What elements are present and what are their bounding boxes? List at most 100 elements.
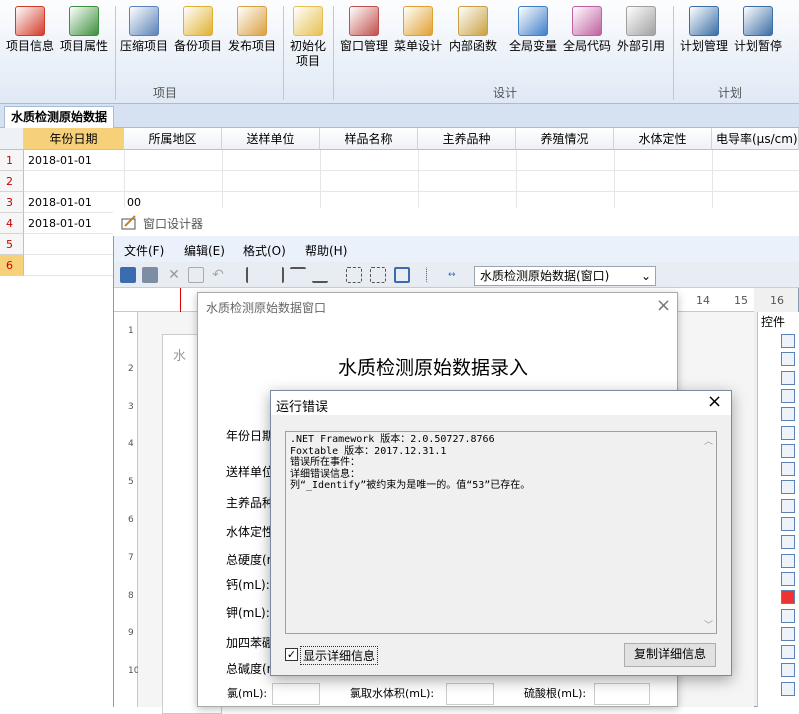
same-height-icon[interactable] xyxy=(370,267,386,283)
line-icon[interactable] xyxy=(781,571,795,586)
ribbon: 项目信息 项目属性 压缩项目 备份项目 发布项目 初始化 项目 窗口管理 菜单设计 内部函数 全局… xyxy=(0,0,799,104)
menu-file[interactable]: 文件(F) xyxy=(124,242,164,259)
ruler-mark: 15 xyxy=(734,294,748,307)
menu-edit[interactable]: 编辑(E) xyxy=(184,242,225,259)
ribbon-button-11[interactable]: 外部引用 xyxy=(615,6,667,54)
split-icon[interactable] xyxy=(781,663,795,678)
ribbon-button-10[interactable]: 全局代码 xyxy=(561,6,613,54)
undo-icon[interactable]: ↶ xyxy=(210,267,226,283)
scroll-down-icon[interactable]: ﹀ xyxy=(704,618,713,631)
column-header-sample-name[interactable]: 样品名称 xyxy=(320,128,418,150)
rectangle-icon[interactable] xyxy=(781,590,795,605)
controls-panel: 控件 xyxy=(757,312,799,707)
ribbon-button-9[interactable]: 全局变量 xyxy=(507,6,559,54)
close-icon[interactable]: × xyxy=(656,295,671,316)
textbox-icon[interactable] xyxy=(781,352,795,367)
table-row[interactable] xyxy=(24,150,799,171)
grid-icon[interactable] xyxy=(781,443,795,458)
row-number[interactable]: 2 xyxy=(0,171,24,192)
column-header-water-type[interactable]: 水体定性 xyxy=(614,128,712,150)
same-size-icon[interactable] xyxy=(394,267,410,283)
list-box-icon[interactable] xyxy=(781,517,795,531)
align-right-icon[interactable] xyxy=(268,267,284,283)
error-detail-text[interactable]: .NET Framework 版本：2.0.50727.8766 Foxtabl… xyxy=(285,431,717,634)
ribbon-button-3[interactable]: 备份项目 xyxy=(172,6,224,54)
functions-icon xyxy=(458,6,488,36)
ribbon-button-7[interactable]: 菜单设计 xyxy=(392,6,444,54)
tab-water-quality-data[interactable]: 水质检测原始数据 xyxy=(4,106,115,128)
chlorine-input[interactable] xyxy=(272,683,320,705)
designer-toolbar: ✕ ↶ ↔ xyxy=(114,262,799,288)
global-variables-icon xyxy=(518,6,548,36)
panel-icon[interactable] xyxy=(781,626,795,641)
combo-icon[interactable] xyxy=(781,480,795,495)
tab-order-icon[interactable] xyxy=(426,267,442,283)
menu-help[interactable]: 帮助(H) xyxy=(305,242,347,259)
ribbon-button-12[interactable]: 计划管理 xyxy=(678,6,730,54)
group-label-project: 项目 xyxy=(152,86,177,100)
label-text-icon[interactable] xyxy=(781,334,795,348)
table-icon[interactable] xyxy=(781,425,795,440)
error-title: 运行错误 xyxy=(276,400,329,415)
align-left-icon[interactable] xyxy=(246,267,262,283)
window-selector-combo[interactable]: 水质检测原始数据(窗口) ⌄ xyxy=(474,266,656,286)
save-icon[interactable] xyxy=(120,267,136,283)
copy-icon[interactable] xyxy=(188,267,204,283)
vruler-mark: 6 xyxy=(128,515,134,525)
row-number[interactable]: 1 xyxy=(0,150,24,171)
copy-details-button[interactable]: 复制详细信息 xyxy=(624,643,716,667)
scroll-up-icon[interactable]: ︿ xyxy=(704,434,713,447)
show-details-label[interactable]: 显示详细信息 xyxy=(300,646,379,665)
radio-icon[interactable] xyxy=(781,407,795,422)
align-bottom-icon[interactable] xyxy=(312,267,328,283)
ribbon-button-label: 全局代码 xyxy=(562,39,611,53)
form-window-title: 水质检测原始数据窗口 xyxy=(206,301,327,315)
cell-date[interactable]: 2018-01-01 xyxy=(28,192,92,213)
cut-icon[interactable]: ✕ xyxy=(166,267,182,283)
ribbon-button-13[interactable]: 计划暂停 xyxy=(732,6,784,54)
show-details-checkbox[interactable]: ✓ xyxy=(285,648,298,661)
cell-date[interactable]: 2018-01-01 xyxy=(28,150,92,171)
table-row[interactable] xyxy=(24,171,799,192)
ribbon-button-6[interactable]: 窗口管理 xyxy=(338,6,390,54)
list-icon[interactable] xyxy=(781,462,795,477)
sulfate-input[interactable] xyxy=(594,683,650,705)
cell-date[interactable]: 2018-01-01 xyxy=(28,213,92,234)
column-header-date[interactable]: 年份日期 xyxy=(24,128,124,150)
close-icon[interactable]: × xyxy=(707,391,722,412)
ribbon-button-5[interactable]: 初始化 项目 xyxy=(286,6,330,69)
same-width-icon[interactable] xyxy=(346,267,362,283)
ribbon-button-4[interactable]: 发布项目 xyxy=(226,6,278,54)
menu-format[interactable]: 格式(O) xyxy=(243,242,286,259)
tree-icon[interactable] xyxy=(781,498,795,513)
picture-box-icon[interactable] xyxy=(781,608,795,623)
row-number[interactable]: 3 xyxy=(0,192,24,213)
folder-icon[interactable] xyxy=(781,681,795,696)
row-number[interactable]: 6 xyxy=(0,255,24,276)
column-header-region[interactable]: 所属地区 xyxy=(124,128,222,150)
column-header-conductivity[interactable]: 电导率(μs/cm) xyxy=(712,128,799,150)
row-number[interactable]: 5 xyxy=(0,234,24,255)
column-header-sender[interactable]: 送样单位 xyxy=(222,128,320,150)
align-top-icon[interactable] xyxy=(290,267,306,283)
clock-icon[interactable] xyxy=(781,553,795,568)
controls-panel-title: 控件 xyxy=(761,315,786,329)
error-titlebar: 运行错误 × xyxy=(271,391,731,415)
spacing-icon[interactable]: ↔ xyxy=(448,267,468,283)
form-field-label: 年份日期 xyxy=(226,429,275,443)
row-number[interactable]: 4 xyxy=(0,213,24,234)
ribbon-button-0[interactable]: 项目信息 xyxy=(4,6,56,54)
label-box-icon[interactable] xyxy=(781,370,795,385)
column-header-breeding[interactable]: 养殖情况 xyxy=(516,128,614,150)
spin-icon[interactable] xyxy=(781,535,795,550)
ribbon-button-8[interactable]: 内部函数 xyxy=(447,6,499,54)
properties-icon[interactable] xyxy=(142,267,158,283)
chlorine-volume-input[interactable] xyxy=(446,683,494,705)
column-header-species[interactable]: 主养品种 xyxy=(418,128,516,150)
ribbon-button-1[interactable]: 项目属性 xyxy=(58,6,110,54)
checkbox-icon[interactable] xyxy=(781,388,795,403)
ribbon-button-2[interactable]: 压缩项目 xyxy=(118,6,170,54)
grid-corner xyxy=(0,128,24,150)
image-icon[interactable] xyxy=(781,645,795,660)
chevron-down-icon[interactable]: ⌄ xyxy=(641,267,651,285)
